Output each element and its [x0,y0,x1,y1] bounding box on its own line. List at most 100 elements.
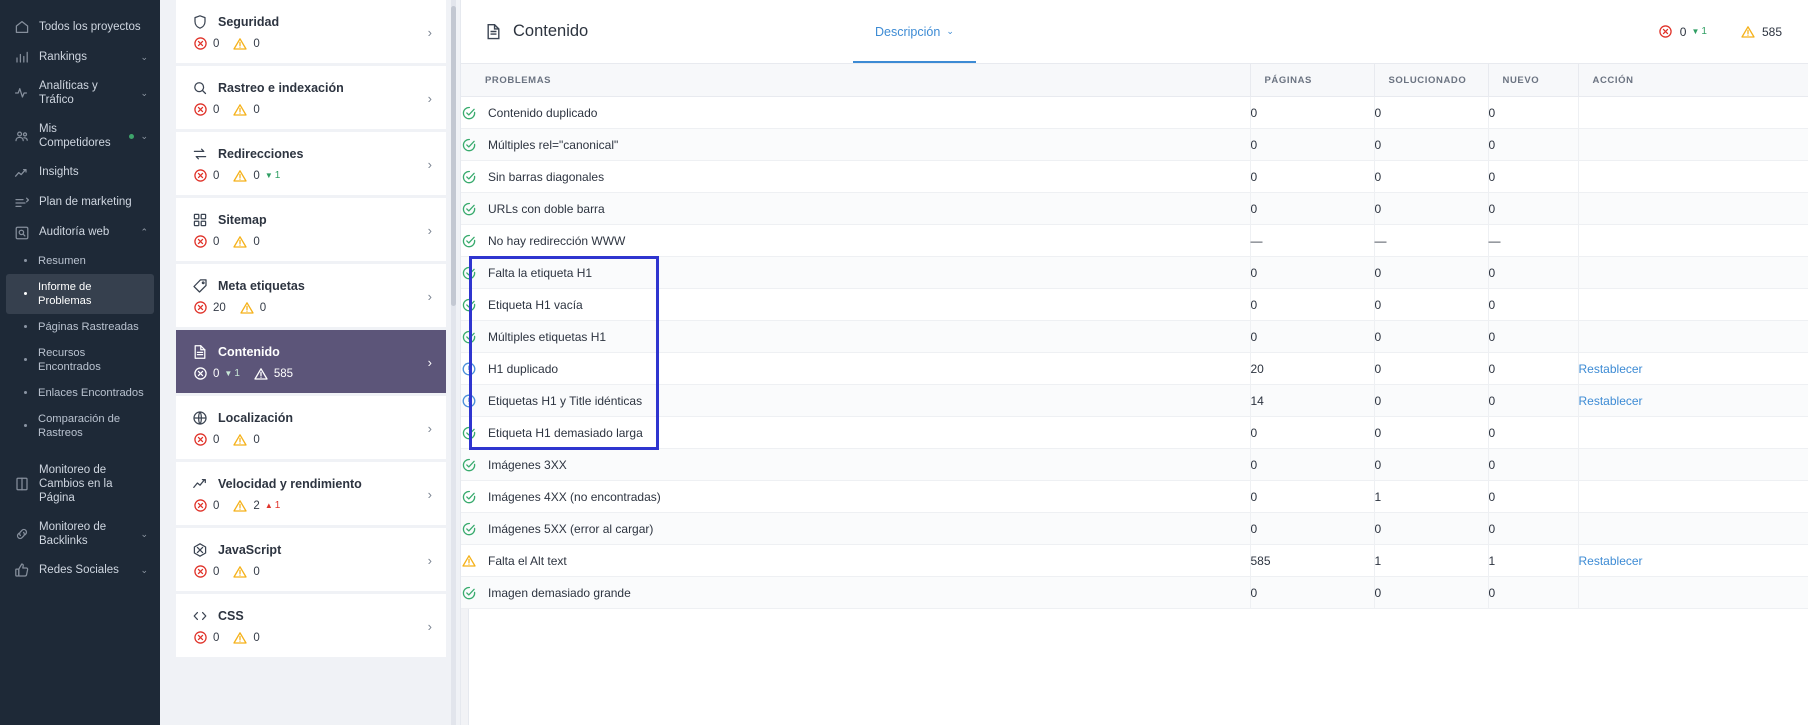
category-card-9[interactable]: CSS 0 0 › [176,594,446,657]
table-row[interactable]: Imágenes 5XX (error al cargar) 0 0 0 [461,513,1808,545]
sidebar-bottom-item-1[interactable]: Monitoreo de Backlinks ⌄ [0,513,160,556]
sidebar-item-2[interactable]: Analíticas y Tráfico ⌄ [0,72,160,115]
sidebar-subitem-2[interactable]: Páginas Rastreadas [0,314,160,340]
table-row[interactable]: Falta la etiqueta H1 0 0 0 [461,257,1808,289]
sidebar-item-6[interactable]: Auditoría web ⌃ [0,218,160,248]
category-scrollbar-thumb[interactable] [451,6,456,306]
category-stats: 0 0 [192,103,422,117]
category-card-8[interactable]: JavaScript 0 0 › [176,528,446,591]
warning-count: 2 [253,500,259,512]
category-name: JavaScript [218,543,281,557]
category-card-0[interactable]: Seguridad 0 0 › [176,0,446,63]
warning-triangle-icon [233,565,247,579]
category-error-stat: 0 [193,631,219,645]
sidebar-subitem-1[interactable]: Informe de Problemas [6,274,154,314]
cell-accion: Restablecer [1578,353,1808,385]
warning-count: 0 [253,236,259,248]
sidebar-bottom-item-2[interactable]: Redes Sociales ⌄ [0,555,160,585]
cell-nuevo: 0 [1488,385,1578,417]
category-card-3[interactable]: Sitemap 0 0 › [176,198,446,261]
col-header-accion[interactable]: ACCIÓN [1578,64,1808,97]
category-card-2[interactable]: Redirecciones 0 0▼1 › [176,132,446,195]
sidebar-subitem-label: Recursos Encontrados [38,346,148,374]
table-row[interactable]: H1 duplicado 20 0 0 Restablecer [461,353,1808,385]
sidebar-subitem-0[interactable]: Resumen [0,248,160,274]
chevron-down-icon[interactable]: ⌄ [140,53,148,62]
col-header-solucionado[interactable]: SOLUCIONADO [1374,64,1488,97]
tab-0[interactable]: Descripción ⌄ [853,0,976,63]
chevron-down-icon[interactable]: ⌄ [140,530,148,539]
page-monitor-icon [14,476,30,492]
code-icon [192,608,208,624]
category-card-7[interactable]: Velocidad y rendimiento 0 2▲1 › [176,462,446,525]
grid-icon [192,212,208,228]
category-card-1[interactable]: Rastreo e indexación 0 0 › [176,66,446,129]
reset-button[interactable]: Restablecer [1579,554,1643,568]
chevron-right-icon[interactable]: › [422,91,432,106]
reset-button[interactable]: Restablecer [1579,394,1643,408]
col-header-paginas[interactable]: PÁGINAS [1250,64,1374,97]
issue-label: Falta el Alt text [488,554,567,568]
table-row[interactable]: No hay redirección WWW — — — [461,225,1808,257]
chevron-right-icon[interactable]: › [422,619,432,634]
warning-count: 0 [253,38,259,50]
category-warning-stat: 2▲1 [233,499,280,513]
table-row[interactable]: Imágenes 4XX (no encontradas) 0 1 0 [461,481,1808,513]
cell-accion [1578,577,1808,609]
table-row[interactable]: Múltiples rel="canonical" 0 0 0 [461,129,1808,161]
cell-solucionado: 0 [1374,321,1488,353]
table-row[interactable]: Falta el Alt text 585 1 1 Restablecer [461,545,1808,577]
table-row[interactable]: Imágenes 3XX 0 0 0 [461,449,1808,481]
tag-icon [192,278,208,294]
table-row[interactable]: Etiqueta H1 vacía 0 0 0 [461,289,1808,321]
chevron-right-icon[interactable]: › [422,421,432,436]
chevron-right-icon[interactable]: › [422,487,432,502]
sidebar-subitem-3[interactable]: Recursos Encontrados [0,340,160,380]
col-header-problemas[interactable]: PROBLEMAS [461,64,1250,97]
category-card-6[interactable]: Localización 0 0 › [176,396,446,459]
chevron-down-icon[interactable]: ⌄ [140,132,148,141]
category-name: Localización [218,411,293,425]
sidebar-bottom-item-0[interactable]: Monitoreo de Cambios en la Página [0,456,160,513]
sidebar-item-0[interactable]: Todos los proyectos [0,12,160,42]
category-title-row: Redirecciones [192,146,422,162]
table-row[interactable]: Múltiples etiquetas H1 0 0 0 [461,321,1808,353]
category-warning-stat: 0 [233,565,259,579]
table-row[interactable]: Imagen demasiado grande 0 0 0 [461,577,1808,609]
sidebar-item-5[interactable]: Plan de marketing [0,188,160,218]
table-row[interactable]: Etiqueta H1 demasiado larga 0 0 0 [461,417,1808,449]
error-count: 0 [213,38,219,50]
chevron-right-icon[interactable]: › [422,355,432,370]
category-card-4[interactable]: Meta etiquetas 20 0 › [176,264,446,327]
triangle-down-icon: ▼ [1691,28,1699,36]
col-header-nuevo[interactable]: NUEVO [1488,64,1578,97]
cell-nuevo: 0 [1488,129,1578,161]
chevron-right-icon[interactable]: › [422,289,432,304]
table-row[interactable]: Sin barras diagonales 0 0 0 [461,161,1808,193]
sidebar-item-4[interactable]: Insights [0,158,160,188]
table-row[interactable]: Etiquetas H1 y Title idénticas 14 0 0 Re… [461,385,1808,417]
cell-paginas: 0 [1250,577,1374,609]
info-circle-icon [461,361,476,376]
category-error-stat: 20 [193,301,226,315]
chevron-down-icon[interactable]: ⌄ [946,26,954,37]
sidebar-item-3[interactable]: Mis Competidores ⌄ [0,115,160,158]
check-circle-icon [461,585,476,600]
reset-button[interactable]: Restablecer [1579,362,1643,376]
table-row[interactable]: URLs con doble barra 0 0 0 [461,193,1808,225]
chevron-right-icon[interactable]: › [422,223,432,238]
issues-table-head: PROBLEMAS PÁGINAS SOLUCIONADO NUEVO ACCI… [461,64,1808,97]
cell-accion: Restablecer [1578,545,1808,577]
table-row[interactable]: Contenido duplicado 0 0 0 [461,97,1808,129]
chevron-right-icon[interactable]: › [422,553,432,568]
warning-triangle-icon [233,433,247,447]
chevron-up-icon[interactable]: ⌃ [140,228,148,237]
category-card-5[interactable]: Contenido 0▼1 585 › [176,330,446,393]
sidebar-subitem-5[interactable]: Comparación de Rastreos [0,406,160,446]
chevron-right-icon[interactable]: › [422,157,432,172]
sidebar-item-1[interactable]: Rankings ⌄ [0,42,160,72]
chevron-down-icon[interactable]: ⌄ [140,566,148,575]
sidebar-subitem-4[interactable]: Enlaces Encontrados [0,380,160,406]
chevron-right-icon[interactable]: › [422,25,432,40]
chevron-down-icon[interactable]: ⌄ [140,89,148,98]
